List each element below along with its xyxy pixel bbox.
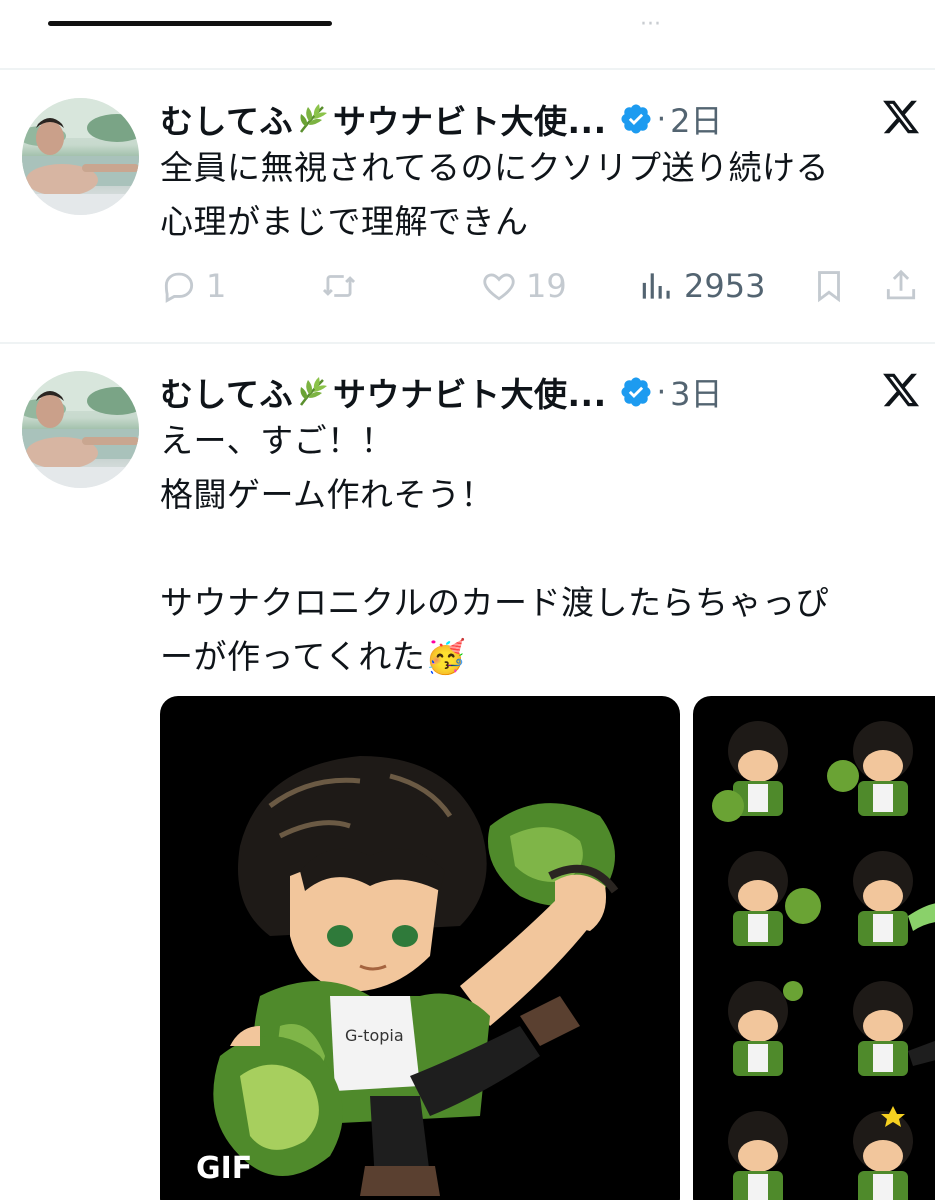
tweet-text: 全員に無視されてるのにクソリプ送り続ける 心理がまじで理解できん [160, 141, 920, 249]
author-suffix[interactable]: サウナビト大使... [333, 368, 607, 416]
tweet-header: むしてふ サウナビト大使... · 3日 [160, 368, 723, 416]
separator: · [656, 101, 667, 137]
text-line: えー、すご！！ [160, 421, 395, 460]
svg-text:G-topia: G-topia [345, 1026, 404, 1045]
more-icon[interactable]: ··· [640, 14, 661, 36]
like-count: 19 [526, 267, 567, 305]
author-name[interactable]: むしてふ [160, 368, 293, 416]
separator: · [656, 374, 667, 410]
timeline: ··· むしてふ サウナビト大使... · 2日 全員に無視されてるのにクソリプ… [0, 0, 935, 1200]
text-line: ーが作ってくれた🥳 [160, 637, 467, 676]
like-button[interactable]: 19 [480, 267, 567, 305]
bookmark-icon [818, 271, 840, 303]
gif-badge: GIF [196, 1151, 253, 1186]
share-icon [886, 269, 916, 300]
reply-icon [164, 272, 194, 303]
reply-button[interactable]: 1 [160, 267, 226, 305]
text-line: 心理がまじで理解できん [160, 202, 529, 241]
pixel-character-image: G-topia [213, 756, 619, 1196]
text-line [160, 522, 920, 576]
text-line: 全員に無視されてるのにクソリプ送り続ける [160, 148, 830, 187]
retweet-icon [322, 275, 356, 297]
leaf-icon [300, 104, 328, 133]
like-icon [483, 273, 515, 301]
tweet-1[interactable]: むしてふ サウナビト大使... · 2日 全員に無視されてるのにクソリプ送り続け… [0, 95, 935, 345]
bookmark-button[interactable] [810, 267, 848, 305]
x-logo-icon [883, 100, 920, 134]
x-logo-icon [883, 373, 920, 407]
avatar[interactable] [22, 98, 139, 215]
verified-icon [621, 104, 651, 134]
tweet-text: えー、すご！！ 格闘ゲーム作れそう！ サウナクロニクルのカード渡したらちゃっぴ … [160, 414, 920, 684]
action-bar: 1 19 2953 [160, 267, 935, 313]
share-button[interactable] [882, 267, 920, 305]
scroll-indicator[interactable] [48, 21, 332, 26]
verified-icon [621, 377, 651, 407]
author-suffix[interactable]: サウナビト大使... [333, 95, 607, 143]
media-sprite-sheet[interactable] [693, 696, 935, 1200]
sprite-sheet-image [712, 721, 935, 1200]
author-name[interactable]: むしてふ [160, 95, 293, 143]
timestamp[interactable]: 3日 [670, 369, 722, 415]
text-line: 格闘ゲーム作れそう！ [160, 475, 495, 514]
view-count: 2953 [684, 267, 766, 305]
tweet-header: むしてふ サウナビト大使... · 2日 [160, 95, 723, 143]
media-gif[interactable]: G-topia GIF [160, 696, 680, 1200]
reply-count: 1 [206, 267, 227, 305]
views-button[interactable]: 2953 [638, 267, 765, 305]
divider [0, 68, 935, 70]
avatar[interactable] [22, 371, 139, 488]
leaf-icon [300, 377, 328, 406]
tweet-2[interactable]: むしてふ サウナビト大使... · 3日 えー、すご！！ 格闘ゲーム作れそう！ [0, 368, 935, 1200]
timestamp[interactable]: 2日 [670, 96, 722, 142]
views-icon [642, 273, 670, 299]
text-line: サウナクロニクルのカード渡したらちゃっぴ [160, 583, 830, 622]
divider [0, 342, 935, 344]
retweet-button[interactable] [320, 267, 366, 305]
